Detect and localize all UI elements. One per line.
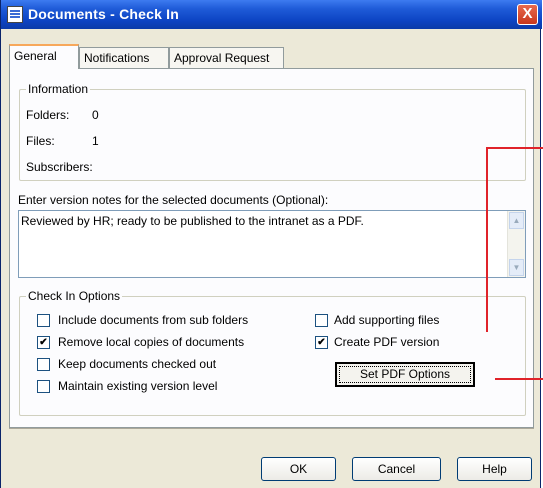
version-notes-label: Enter version notes for the selected doc… bbox=[18, 193, 329, 207]
annotation-line-bottom bbox=[495, 378, 543, 380]
add-supporting-files-label[interactable]: Add supporting files bbox=[334, 313, 439, 327]
include-subfolders-checkbox[interactable] bbox=[37, 314, 50, 327]
remove-local-copies-checkbox[interactable] bbox=[37, 336, 50, 349]
add-supporting-files-checkbox[interactable] bbox=[315, 314, 328, 327]
files-value: 1 bbox=[92, 134, 99, 148]
ok-button[interactable]: OK bbox=[261, 457, 336, 481]
subscribers-label: Subscribers: bbox=[26, 160, 93, 174]
annotation-line-vertical bbox=[486, 148, 488, 332]
folders-value: 0 bbox=[92, 108, 99, 122]
title-bar[interactable]: Documents - Check In X bbox=[1, 0, 542, 29]
keep-checked-out-label[interactable]: Keep documents checked out bbox=[58, 357, 216, 371]
annotation-line-top bbox=[486, 147, 543, 149]
tab-approval-request[interactable]: Approval Request bbox=[169, 47, 284, 68]
maintain-version-label[interactable]: Maintain existing version level bbox=[58, 379, 217, 393]
create-pdf-checkbox[interactable] bbox=[315, 336, 328, 349]
version-notes-textarea[interactable]: Reviewed by HR; ready to be published to… bbox=[18, 210, 526, 278]
scroll-up-arrow-icon[interactable]: ▲ bbox=[509, 212, 524, 229]
document-icon bbox=[7, 6, 23, 23]
notes-scrollbar[interactable]: ▲ ▼ bbox=[507, 211, 525, 277]
cancel-button[interactable]: Cancel bbox=[352, 457, 441, 481]
files-label: Files: bbox=[26, 134, 55, 148]
footer-divider bbox=[9, 428, 534, 429]
folders-label: Folders: bbox=[26, 108, 70, 122]
create-pdf-label[interactable]: Create PDF version bbox=[334, 335, 439, 349]
remove-local-copies-label[interactable]: Remove local copies of documents bbox=[58, 335, 244, 349]
information-legend: Information bbox=[26, 82, 91, 96]
window-title: Documents - Check In bbox=[28, 6, 180, 22]
include-subfolders-label[interactable]: Include documents from sub folders bbox=[58, 313, 248, 327]
tab-general[interactable]: General bbox=[9, 44, 79, 69]
help-button[interactable]: Help bbox=[457, 457, 532, 481]
maintain-version-checkbox[interactable] bbox=[37, 380, 50, 393]
tab-notifications[interactable]: Notifications bbox=[79, 47, 169, 68]
keep-checked-out-checkbox[interactable] bbox=[37, 358, 50, 371]
check-in-dialog: Documents - Check In X General Notificat… bbox=[0, 0, 543, 488]
scroll-down-arrow-icon[interactable]: ▼ bbox=[509, 259, 524, 276]
close-button[interactable]: X bbox=[517, 4, 538, 25]
version-notes-text: Reviewed by HR; ready to be published to… bbox=[21, 214, 364, 228]
set-pdf-options-button[interactable]: Set PDF Options bbox=[335, 362, 475, 387]
check-in-options-legend: Check In Options bbox=[26, 289, 123, 303]
